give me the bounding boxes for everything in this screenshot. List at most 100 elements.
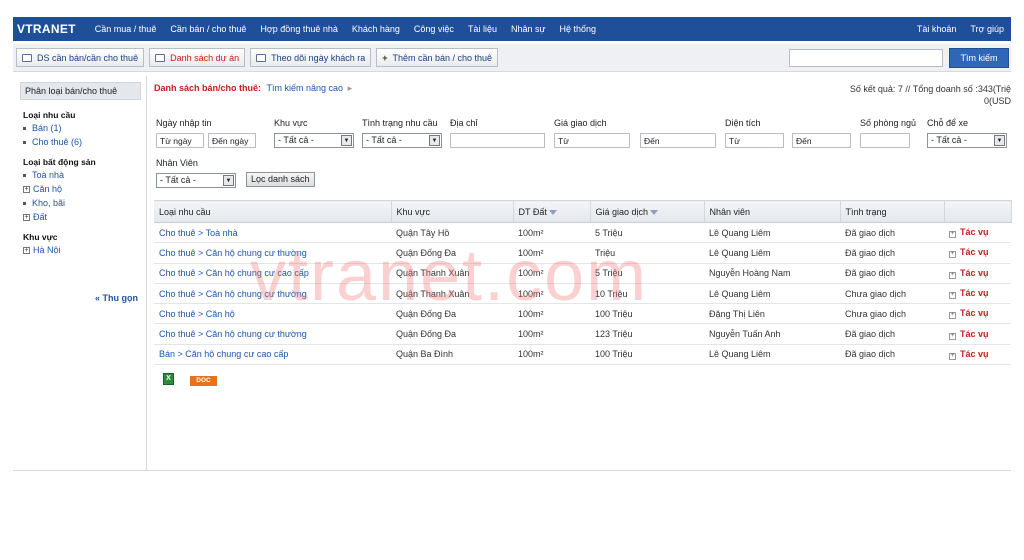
nav-item-hop-dong[interactable]: Hợp đồng thuê nhà — [253, 24, 344, 34]
staff-select[interactable]: - Tất cả - ▼ — [156, 173, 236, 188]
cell-staff: Nguyễn Tuấn Anh — [704, 323, 840, 345]
app-window: VTRANET Cần mua / thuê Cần bán / cho thu… — [0, 0, 1024, 560]
cell-price: 100 Triệu — [590, 303, 704, 325]
cell-demand[interactable]: Cho thuê > Căn hộ chung cư thường — [154, 283, 391, 305]
cell-demand[interactable]: Bán > Căn hộ chung cư cao cấp — [154, 344, 391, 366]
date-to-input[interactable]: Đến ngày — [208, 133, 256, 148]
expand-icon: + — [949, 251, 956, 259]
area-select[interactable]: - Tất cả - ▼ — [274, 133, 354, 148]
listing-table: Loại nhu cầu Khu vực DT Đất Giá giao dịc… — [154, 200, 1012, 366]
sidebar-item-label: Đất — [33, 212, 48, 222]
price-from-input[interactable]: Từ — [554, 133, 630, 148]
cell-area: Quận Đống Đa — [391, 242, 513, 264]
address-input[interactable] — [450, 133, 545, 148]
search-button[interactable]: Tìm kiếm — [949, 48, 1009, 68]
col-header-area[interactable]: Khu vực — [391, 200, 514, 223]
nav-right-group: Tài khoản Trợ giúp — [910, 24, 1011, 34]
cell-status: Đã giao dịch — [840, 344, 944, 366]
doc-export-button[interactable]: DOC — [190, 376, 217, 386]
cell-demand[interactable]: Cho thuê > Căn hộ — [154, 303, 391, 325]
nav-item-tai-lieu[interactable]: Tài liệu — [461, 24, 504, 34]
sidebar-item-building[interactable]: Toà nhà — [23, 170, 146, 180]
sidebar-item-label: Kho, bãi — [32, 198, 66, 208]
action-cell[interactable]: + Tác vụ — [944, 303, 1011, 325]
table-row[interactable]: Cho thuê > Căn hộ chung cư cao cấp Quận T… — [154, 263, 1011, 284]
filter-list-button[interactable]: Lọc danh sách — [246, 172, 315, 187]
action-cell[interactable]: + Tác vụ — [944, 283, 1011, 305]
results-summary: Số kết quả: 7 // Tổng doanh số :343(Triệ… — [850, 83, 1011, 107]
col-header-price[interactable]: Giá giao dịch — [590, 200, 705, 223]
sidebar-item-warehouse[interactable]: Kho, bãi — [23, 198, 146, 208]
expand-icon: + — [949, 352, 956, 360]
rooms-label: Số phòng ngủ — [860, 118, 917, 128]
cell-price: Triệu — [590, 242, 704, 264]
col-header-status[interactable]: Tình trạng — [840, 200, 945, 223]
expand-icon[interactable]: + — [23, 246, 30, 254]
track-checkout-button[interactable]: Theo dõi ngày khách ra — [250, 48, 372, 67]
nav-item-khach-hang[interactable]: Khách hàng — [345, 24, 407, 34]
sidebar-item-apartment[interactable]: + Căn hộ — [23, 184, 146, 194]
sidebar-item-sale[interactable]: Bán (1) — [23, 123, 146, 133]
plus-icon: + — [382, 52, 388, 63]
sidebar-item-hanoi[interactable]: + Hà Nội — [23, 245, 146, 255]
add-listing-button[interactable]: + Thêm cần bán / cho thuê — [376, 48, 499, 67]
cell-status: Đã giao dịch — [840, 242, 944, 264]
sort-down-icon — [548, 209, 557, 215]
sidebar-item-rent[interactable]: Cho thuê (6) — [23, 137, 146, 147]
advanced-search-link[interactable]: Tìm kiếm nâng cao — [267, 83, 344, 93]
nav-item-account[interactable]: Tài khoản — [910, 24, 964, 34]
table-row[interactable]: Cho thuê > Căn hộ Quận Đống Đa 100m² 100 Tr… — [154, 303, 1011, 325]
action-cell[interactable]: + Tác vụ — [944, 222, 1011, 244]
action-cell[interactable]: + Tác vụ — [944, 263, 1011, 284]
sidebar-item-land[interactable]: + Đất — [23, 212, 146, 222]
table-row[interactable]: Cho thuê > Căn hộ chung cư thường Quận Đố… — [154, 242, 1011, 264]
collapse-sidebar-link[interactable]: « Thu gọn — [95, 293, 138, 303]
cell-staff: Đặng Thị Liên — [704, 303, 840, 325]
list-sale-rent-button[interactable]: DS cần bán/cần cho thuê — [16, 48, 145, 67]
project-list-button[interactable]: Danh sách dự án — [149, 48, 246, 67]
table-row[interactable]: Cho thuê > Căn hộ chung cư thường Quận Đố… — [154, 323, 1011, 345]
cell-area: Quận Ba Đình — [391, 344, 513, 366]
expand-icon: + — [949, 312, 956, 320]
expand-icon[interactable]: + — [23, 185, 30, 193]
status-select[interactable]: - Tất cả - ▼ — [362, 133, 442, 148]
date-label: Ngày nhập tin — [156, 118, 212, 128]
sidebar-item-label: Căn hộ — [33, 184, 63, 194]
table-row[interactable]: Cho thuê > Toà nhà Quận Tây Hồ 100m² 5 Triệ… — [154, 222, 1011, 244]
table-row[interactable]: Bán > Căn hộ chung cư cao cấp Quận Ba Đìn… — [154, 344, 1011, 366]
list-icon — [22, 53, 32, 62]
expand-icon[interactable]: + — [23, 213, 30, 221]
parking-select[interactable]: - Tất cả - ▼ — [927, 133, 1007, 148]
nav-item-cong-viec[interactable]: Công việc — [407, 24, 461, 34]
table-row[interactable]: Cho thuê > Căn hộ chung cư thường Quận Th… — [154, 283, 1011, 305]
col-header-staff[interactable]: Nhân viên — [704, 200, 841, 223]
expand-icon: + — [949, 332, 956, 340]
parking-select-value: - Tất cả - — [931, 135, 967, 145]
cell-demand[interactable]: Cho thuê > Căn hộ chung cư cao cấp — [154, 263, 391, 284]
price-to-input[interactable]: Đến — [640, 133, 716, 148]
col-header-demand[interactable]: Loại nhu cầu — [154, 200, 392, 223]
date-from-input[interactable]: Từ ngày — [156, 133, 204, 148]
nav-item-can-ban[interactable]: Cần bán / cho thuê — [163, 24, 253, 34]
nav-item-nhan-su[interactable]: Nhân sự — [504, 24, 553, 34]
size-to-input[interactable]: Đến — [792, 133, 851, 148]
cell-demand[interactable]: Cho thuê > Toà nhà — [154, 222, 391, 244]
nav-item-help[interactable]: Trợ giúp — [963, 24, 1011, 34]
action-cell[interactable]: + Tác vụ — [944, 242, 1011, 264]
sidebar-item-label: Bán (1) — [32, 123, 62, 133]
excel-export-icon[interactable]: X — [163, 373, 174, 385]
action-cell[interactable]: + Tác vụ — [944, 323, 1011, 345]
cell-demand[interactable]: Cho thuê > Căn hộ chung cư thường — [154, 323, 391, 345]
chevron-down-icon: ▼ — [994, 135, 1005, 146]
nav-item-can-mua[interactable]: Cần mua / thuê — [88, 24, 164, 34]
action-cell[interactable]: + Tác vụ — [944, 344, 1011, 366]
size-from-input[interactable]: Từ — [725, 133, 784, 148]
col-header-land-size[interactable]: DT Đất — [513, 200, 591, 223]
rooms-input[interactable] — [860, 133, 910, 148]
nav-item-he-thong[interactable]: Hệ thống — [553, 24, 604, 34]
cell-demand[interactable]: Cho thuê > Căn hộ chung cư thường — [154, 242, 391, 264]
brand-logo[interactable]: VTRANET — [13, 22, 88, 36]
search-input[interactable] — [789, 49, 943, 67]
results-usd: 0(USD — [983, 96, 1011, 106]
area-select-value: - Tất cả - — [278, 135, 314, 145]
